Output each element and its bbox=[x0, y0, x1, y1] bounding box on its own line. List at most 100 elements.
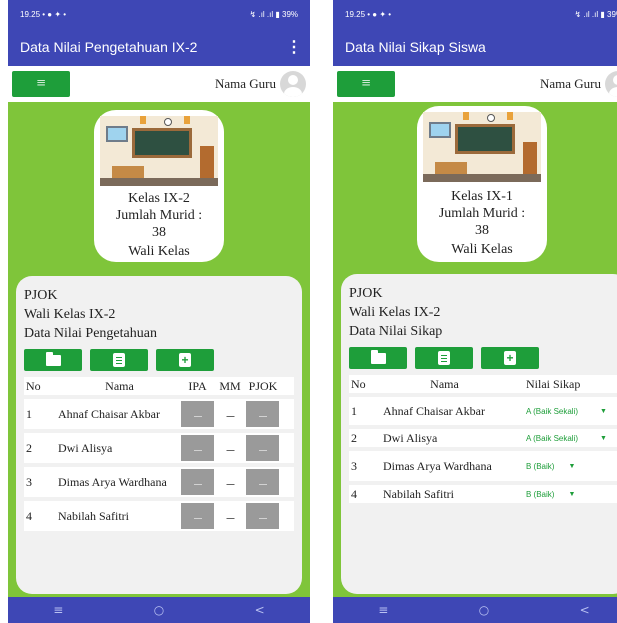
ipa-score-input[interactable]: ........ bbox=[181, 401, 214, 427]
table-row: 2 Dwi Alisya A (Baik Sekali) ▼ bbox=[349, 429, 617, 447]
app-bar: Data Nilai Sikap Siswa ⋮ bbox=[333, 28, 617, 66]
row-no: 2 bbox=[351, 430, 357, 445]
teacher-profile[interactable]: Nama Guru bbox=[215, 71, 306, 97]
open-folder-button[interactable] bbox=[24, 349, 82, 371]
add-file-button[interactable]: + bbox=[481, 347, 539, 369]
nilai-sikap-dropdown[interactable]: A (Baik Sekali) ▼ bbox=[506, 434, 617, 443]
hamburger-menu-button[interactable]: ≡ bbox=[337, 71, 395, 97]
nilai-sikap-value: B (Baik) bbox=[526, 461, 555, 471]
table-row: 3 Dimas Arya Wardhana ........ ........ … bbox=[24, 467, 294, 497]
recent-apps-button[interactable]: ≡ bbox=[378, 603, 388, 617]
document-button[interactable] bbox=[415, 347, 473, 369]
page-title: Data Nilai Sikap Siswa bbox=[345, 39, 486, 55]
hamburger-menu-button[interactable]: ≡ bbox=[12, 71, 70, 97]
student-name: Nabilah Safitri bbox=[58, 508, 129, 523]
nilai-sikap-dropdown[interactable]: B (Baik) ▼ bbox=[506, 462, 617, 471]
status-bar: 19.25 • ● ✦ • ↯ .ıl .ıl ▮ 39% bbox=[8, 0, 310, 28]
teacher-name: Nama Guru bbox=[539, 76, 601, 91]
folder-icon bbox=[45, 351, 61, 366]
ipa-score-input[interactable]: ........ bbox=[181, 503, 214, 529]
pjok-score-input[interactable]: ........ bbox=[246, 435, 279, 461]
overflow-menu-icon[interactable]: ⋮ bbox=[286, 37, 302, 57]
status-bar: 19.25 • ● ✦ • ↯ .ıl .ıl ▮ 39% bbox=[333, 0, 617, 28]
status-right: ↯ .ıl .ıl ▮ 39% bbox=[574, 9, 617, 19]
student-name: Dimas Arya Wardhana bbox=[383, 458, 492, 473]
data-title: Data Nilai Sikap bbox=[349, 324, 443, 339]
student-count: 38 bbox=[475, 223, 489, 238]
mm-score-input[interactable]: ........ bbox=[214, 401, 246, 427]
class-name: Kelas IX-2 bbox=[128, 191, 190, 206]
pjok-score-input[interactable]: ........ bbox=[246, 503, 279, 529]
student-name: Ahnaf Chaisar Akbar bbox=[383, 403, 485, 418]
add-file-button[interactable]: + bbox=[156, 349, 214, 371]
teacher-profile[interactable]: Nama Guru bbox=[540, 71, 617, 97]
open-folder-button[interactable] bbox=[349, 347, 407, 369]
row-no: 1 bbox=[26, 406, 32, 421]
ipa-score-input[interactable]: ........ bbox=[181, 435, 214, 461]
row-no: 4 bbox=[26, 508, 32, 523]
header-nama: Nama bbox=[430, 376, 459, 391]
status-time: 19.25 bbox=[345, 9, 366, 19]
toolbar: ≡ Nama Guru bbox=[8, 66, 310, 102]
table-row: 1 Ahnaf Chaisar Akbar ........ ........ … bbox=[24, 399, 294, 429]
homeroom-class: Wali Kelas IX-2 bbox=[349, 305, 441, 320]
mm-score-input[interactable]: ........ bbox=[214, 503, 246, 529]
nilai-sikap-dropdown[interactable]: A (Baik Sekali) ▼ bbox=[506, 407, 617, 416]
document-button[interactable] bbox=[90, 349, 148, 371]
student-name: Nabilah Safitri bbox=[383, 486, 454, 501]
add-file-icon: + bbox=[504, 351, 516, 365]
nilai-sikap-value: A (Baik Sekali) bbox=[526, 433, 579, 443]
status-icons: • ● ✦ • bbox=[42, 9, 67, 19]
row-no: 1 bbox=[351, 403, 357, 418]
nilai-sikap-value: B (Baik) bbox=[526, 489, 555, 499]
grade-panel: PJOK Wali Kelas IX-2 Data Nilai Pengetah… bbox=[16, 276, 302, 594]
chevron-down-icon: ▼ bbox=[600, 407, 607, 415]
mm-score-input[interactable]: ........ bbox=[214, 469, 246, 495]
data-title: Data Nilai Pengetahuan bbox=[24, 326, 157, 341]
home-button[interactable]: ○ bbox=[479, 603, 489, 617]
avatar-icon bbox=[280, 71, 306, 97]
avatar-icon bbox=[605, 71, 617, 97]
class-info-card: Kelas IX-1 Jumlah Murid : 38 Wali Kelas bbox=[417, 106, 547, 262]
hamburger-icon: ≡ bbox=[361, 75, 371, 92]
homeroom-class: Wali Kelas IX-2 bbox=[24, 307, 116, 322]
chevron-down-icon: ▼ bbox=[568, 462, 576, 470]
status-right: ↯ .ıl .ıl ▮ 39% bbox=[249, 9, 298, 19]
screen-nilai-sikap: 19.25 • ● ✦ • ↯ .ıl .ıl ▮ 39% Data Nilai… bbox=[333, 0, 617, 623]
student-name: Dwi Alisya bbox=[383, 430, 438, 445]
mm-score-input[interactable]: ........ bbox=[214, 435, 246, 461]
table-header: No Nama IPA MM PJOK bbox=[24, 377, 294, 395]
homeroom-label: Wali Kelas bbox=[451, 242, 513, 257]
chevron-down-icon: ▼ bbox=[600, 434, 607, 442]
classroom-illustration bbox=[423, 112, 541, 182]
overflow-menu-icon[interactable]: ⋮ bbox=[611, 37, 617, 57]
subject-label: PJOK bbox=[24, 288, 58, 303]
pjok-score-input[interactable]: ........ bbox=[246, 401, 279, 427]
header-ipa: IPA bbox=[188, 378, 207, 393]
row-no: 2 bbox=[26, 440, 32, 455]
subject-label: PJOK bbox=[349, 286, 383, 301]
status-icons: • ● ✦ • bbox=[367, 9, 392, 19]
home-button[interactable]: ○ bbox=[154, 603, 164, 617]
table-row: 4 Nabilah Safitri ........ ........ ....… bbox=[24, 501, 294, 531]
classroom-illustration bbox=[100, 116, 218, 186]
chevron-down-icon: ▼ bbox=[568, 490, 576, 498]
pjok-score-input[interactable]: ........ bbox=[246, 469, 279, 495]
recent-apps-button[interactable]: ≡ bbox=[53, 603, 63, 617]
student-name: Dimas Arya Wardhana bbox=[58, 474, 167, 489]
folder-icon bbox=[370, 349, 386, 364]
table-row: 2 Dwi Alisya ........ ........ ........ bbox=[24, 433, 294, 463]
page-title: Data Nilai Pengetahuan IX-2 bbox=[20, 39, 198, 55]
system-nav-bar: ≡ ○ < bbox=[333, 597, 617, 623]
row-no: 4 bbox=[351, 486, 357, 501]
action-buttons: + bbox=[24, 349, 294, 371]
header-no: No bbox=[26, 378, 41, 393]
grade-panel: PJOK Wali Kelas IX-2 Data Nilai Sikap + … bbox=[341, 274, 617, 594]
back-button[interactable]: < bbox=[580, 603, 590, 617]
back-button[interactable]: < bbox=[255, 603, 265, 617]
student-count: 38 bbox=[152, 225, 166, 240]
nilai-sikap-dropdown[interactable]: B (Baik) ▼ bbox=[506, 490, 617, 499]
homeroom-label: Wali Kelas bbox=[128, 244, 190, 259]
ipa-score-input[interactable]: ........ bbox=[181, 469, 214, 495]
app-bar: Data Nilai Pengetahuan IX-2 ⋮ bbox=[8, 28, 310, 66]
